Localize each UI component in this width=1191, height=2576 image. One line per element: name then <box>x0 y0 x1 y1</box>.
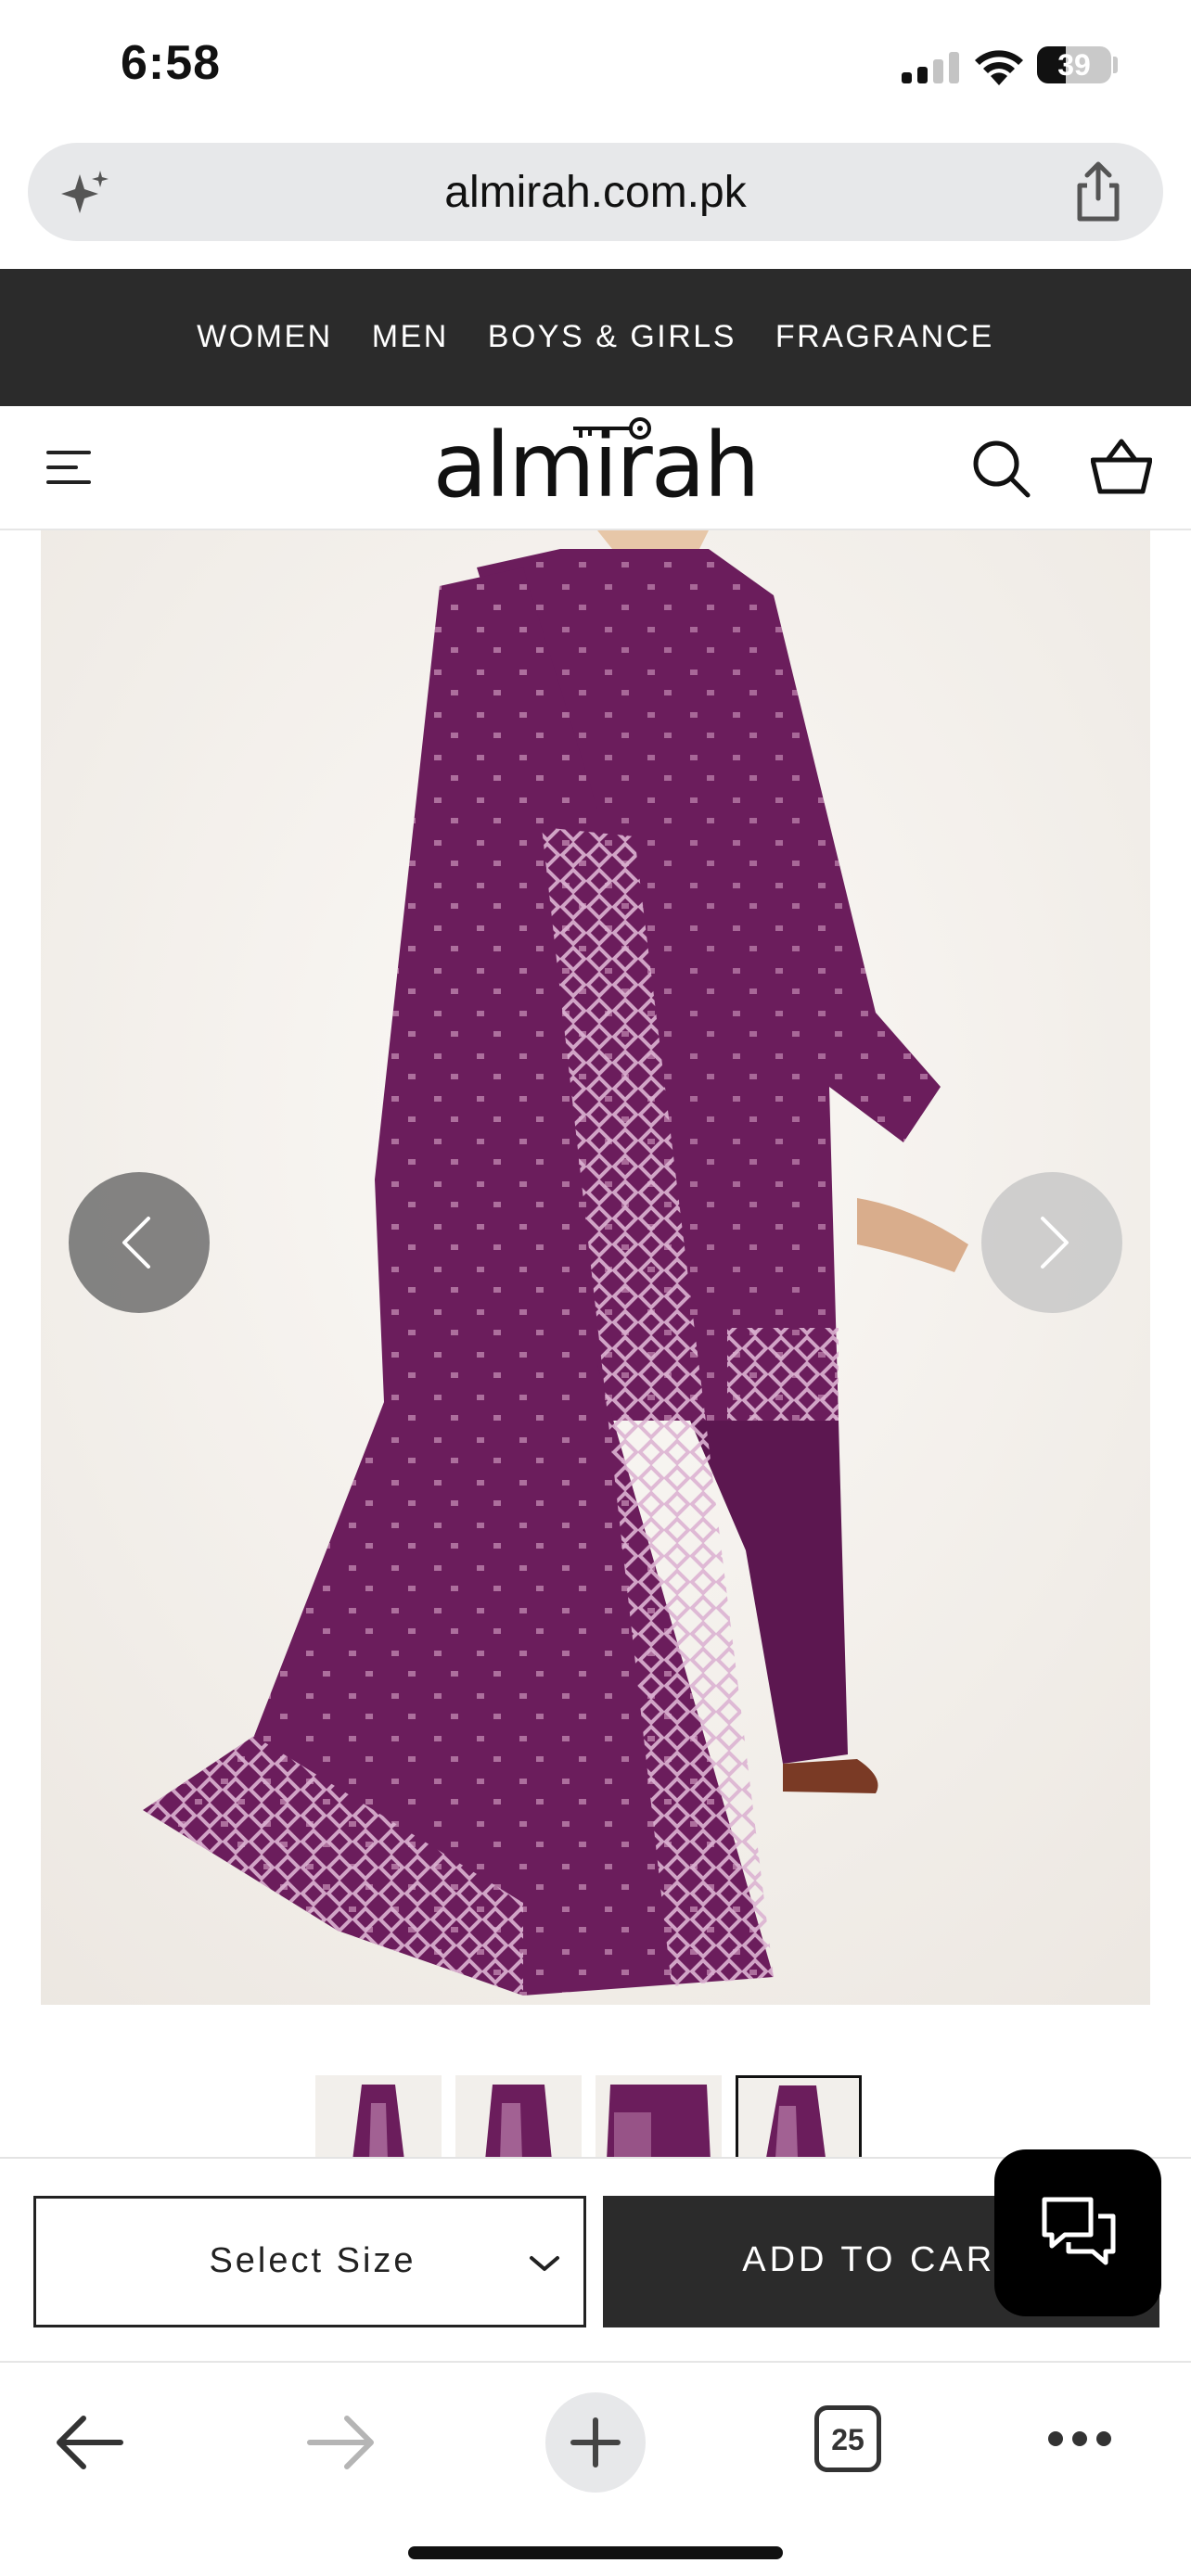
chevron-right-icon <box>1041 1217 1069 1269</box>
nav-item-fragrance[interactable]: FRAGRANCE <box>775 319 994 355</box>
thumbnail-2[interactable] <box>455 2075 582 2161</box>
key-logo-icon <box>573 417 651 440</box>
search-icon[interactable] <box>970 438 1031 499</box>
chat-bubbles-icon <box>1042 2197 1116 2265</box>
thumbnail-3[interactable] <box>596 2075 722 2161</box>
chevron-left-icon <box>122 1217 150 1269</box>
new-tab-button[interactable] <box>545 2392 646 2493</box>
wifi-icon <box>975 50 1023 85</box>
browser-toolbar: 25 <box>0 2361 1191 2576</box>
chevron-down-icon <box>530 2256 559 2271</box>
cellular-signal-icon <box>902 52 959 83</box>
tab-count: 25 <box>831 2423 864 2456</box>
battery-tip <box>1113 57 1118 73</box>
forward-arrow-icon[interactable] <box>306 2415 377 2470</box>
site-header: almirah <box>0 406 1191 530</box>
size-select-label: Select Size <box>209 2241 416 2280</box>
thumbnail-4-active[interactable] <box>736 2075 862 2161</box>
carousel-next-button[interactable] <box>981 1172 1122 1313</box>
product-gallery <box>0 530 1191 2005</box>
product-illustration <box>41 530 1150 2005</box>
address-bar[interactable]: almirah.com.pk <box>28 143 1163 241</box>
nav-item-women[interactable]: WOMEN <box>197 319 333 355</box>
nav-item-boys-girls[interactable]: BOYS & GIRLS <box>488 319 736 355</box>
plus-icon <box>570 2417 621 2468</box>
url-text[interactable]: almirah.com.pk <box>28 167 1163 218</box>
share-icon[interactable] <box>1070 161 1126 223</box>
chat-button[interactable] <box>994 2149 1161 2316</box>
basket-icon[interactable] <box>1091 438 1152 495</box>
thumbnail-1[interactable] <box>315 2075 442 2161</box>
category-nav: WOMEN MEN BOYS & GIRLS FRAGRANCE <box>0 269 1191 406</box>
size-select[interactable]: Select Size <box>33 2196 586 2327</box>
status-bar: 6:58 39 <box>0 0 1191 130</box>
status-time: 6:58 <box>121 36 222 90</box>
more-icon[interactable] <box>1046 2429 1113 2448</box>
home-indicator <box>408 2546 783 2559</box>
battery-icon: 39 <box>1037 46 1111 83</box>
thumbnail-strip <box>0 2075 1191 2161</box>
nav-item-men[interactable]: MEN <box>372 319 449 355</box>
product-image[interactable] <box>41 530 1150 2005</box>
carousel-prev-button[interactable] <box>69 1172 210 1313</box>
tabs-icon[interactable]: 25 <box>814 2405 881 2472</box>
battery-percent: 39 <box>1057 48 1091 82</box>
back-arrow-icon[interactable] <box>54 2415 124 2470</box>
